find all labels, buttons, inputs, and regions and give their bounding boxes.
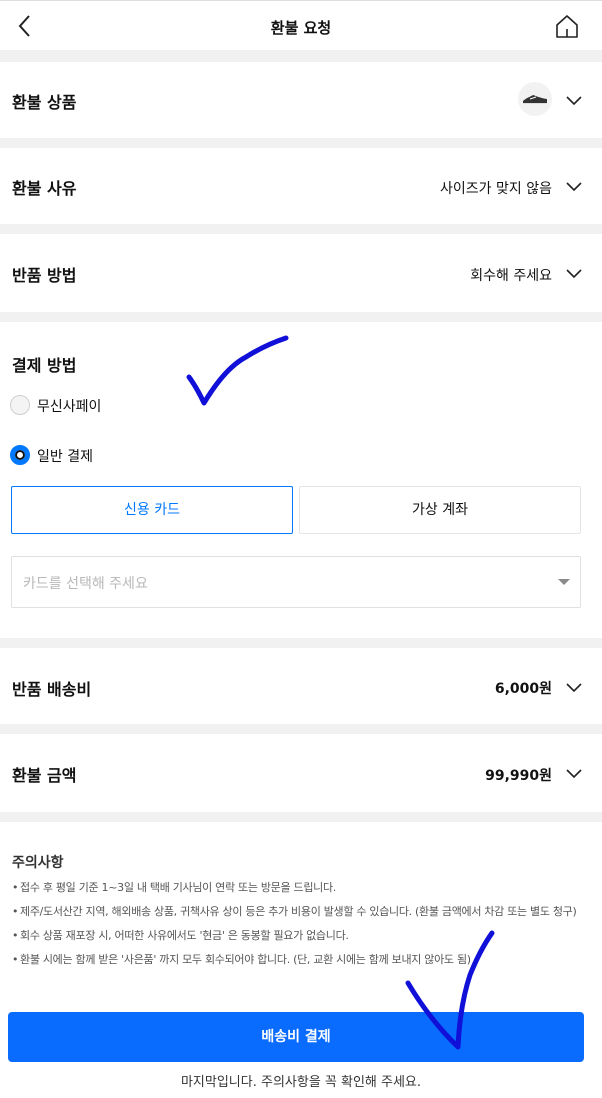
payment-method-label: 결제 방법 xyxy=(12,356,77,375)
notice-list: 접수 후 평일 기준 1~3일 내 택배 기사님이 연락 또는 방문을 드립니다… xyxy=(12,880,590,976)
card-select-dropdown[interactable]: 카드를 선택해 주세요 xyxy=(11,556,581,608)
section-divider xyxy=(0,224,602,234)
section-divider xyxy=(0,50,602,62)
return-method-label: 반품 방법 xyxy=(12,266,77,285)
sneaker-icon xyxy=(523,95,547,104)
shipping-fee-row[interactable]: 반품 배송비 6,000원 xyxy=(0,648,602,724)
refund-request-page: 환불 요청 환불 상품 환불 사유 사이즈가 맞지 않음 반품 방법 회수해 주… xyxy=(0,0,602,1098)
radio-label: 무신사페이 xyxy=(37,399,102,415)
refund-amount-row[interactable]: 환불 금액 99,990원 xyxy=(0,734,602,812)
section-divider xyxy=(0,812,602,822)
product-thumbnail xyxy=(518,82,552,116)
chevron-down-icon[interactable] xyxy=(566,96,582,106)
refund-reason-row[interactable]: 환불 사유 사이즈가 맞지 않음 xyxy=(0,148,602,224)
refund-amount-label: 환불 금액 xyxy=(12,766,77,785)
notice-item: 회수 상품 재포장 시, 어떠한 사유에서도 '현금' 은 동봉할 필요가 없습… xyxy=(12,928,590,944)
section-divider xyxy=(0,724,602,734)
return-method-value: 회수해 주세요 xyxy=(470,268,552,284)
payment-method-section: 결제 방법 무신사페이 일반 결제 신용 카드 가상 계좌 카드를 선택해 주세… xyxy=(0,322,602,638)
section-divider xyxy=(0,638,602,648)
refund-reason-value: 사이즈가 맞지 않음 xyxy=(440,181,552,197)
shipping-fee-label: 반품 배송비 xyxy=(12,680,92,699)
home-icon xyxy=(556,15,578,38)
notice-item: 제주/도서산간 지역, 해외배송 상품, 귀책사유 상이 등은 추가 비용이 발… xyxy=(12,904,590,920)
chevron-down-icon[interactable] xyxy=(566,269,582,279)
radio-musinsa-pay[interactable]: 무신사페이 xyxy=(10,395,130,417)
chevron-down-icon[interactable] xyxy=(566,182,582,192)
radio-label: 일반 결제 xyxy=(37,449,93,465)
radio-button[interactable] xyxy=(10,395,30,415)
chevron-down-icon[interactable] xyxy=(566,769,582,779)
section-divider xyxy=(0,138,602,148)
shipping-fee-value: 6,000원 xyxy=(494,681,552,697)
tab-virtual-account[interactable]: 가상 계좌 xyxy=(299,486,581,534)
radio-general-payment[interactable]: 일반 결제 xyxy=(10,445,130,467)
notice-item: 환불 시에는 함께 받은 '사은품' 까지 모두 회수되어야 합니다. (단, … xyxy=(12,952,590,968)
pay-shipping-fee-button[interactable]: 배송비 결제 xyxy=(8,1012,584,1062)
refund-item-label: 환불 상품 xyxy=(12,93,77,112)
return-method-row[interactable]: 반품 방법 회수해 주세요 xyxy=(0,234,602,312)
refund-amount-value: 99,990원 xyxy=(485,768,552,784)
home-button[interactable] xyxy=(554,13,580,39)
bottom-note: 마지막입니다. 주의사항을 꼭 확인해 주세요. xyxy=(180,1075,422,1090)
notice-title: 주의사항 xyxy=(12,855,64,871)
radio-button-selected[interactable] xyxy=(10,445,30,465)
header: 환불 요청 xyxy=(0,0,602,50)
tab-credit-card[interactable]: 신용 카드 xyxy=(11,486,293,534)
chevron-down-icon[interactable] xyxy=(566,683,582,693)
notice-item: 접수 후 평일 기준 1~3일 내 택배 기사님이 연락 또는 방문을 드립니다… xyxy=(12,880,590,896)
dropdown-arrow-icon xyxy=(558,579,570,585)
card-select-placeholder: 카드를 선택해 주세요 xyxy=(23,576,148,592)
refund-item-row[interactable]: 환불 상품 xyxy=(0,62,602,138)
page-title: 환불 요청 xyxy=(270,19,332,37)
section-divider xyxy=(0,312,602,322)
refund-reason-label: 환불 사유 xyxy=(12,179,77,198)
